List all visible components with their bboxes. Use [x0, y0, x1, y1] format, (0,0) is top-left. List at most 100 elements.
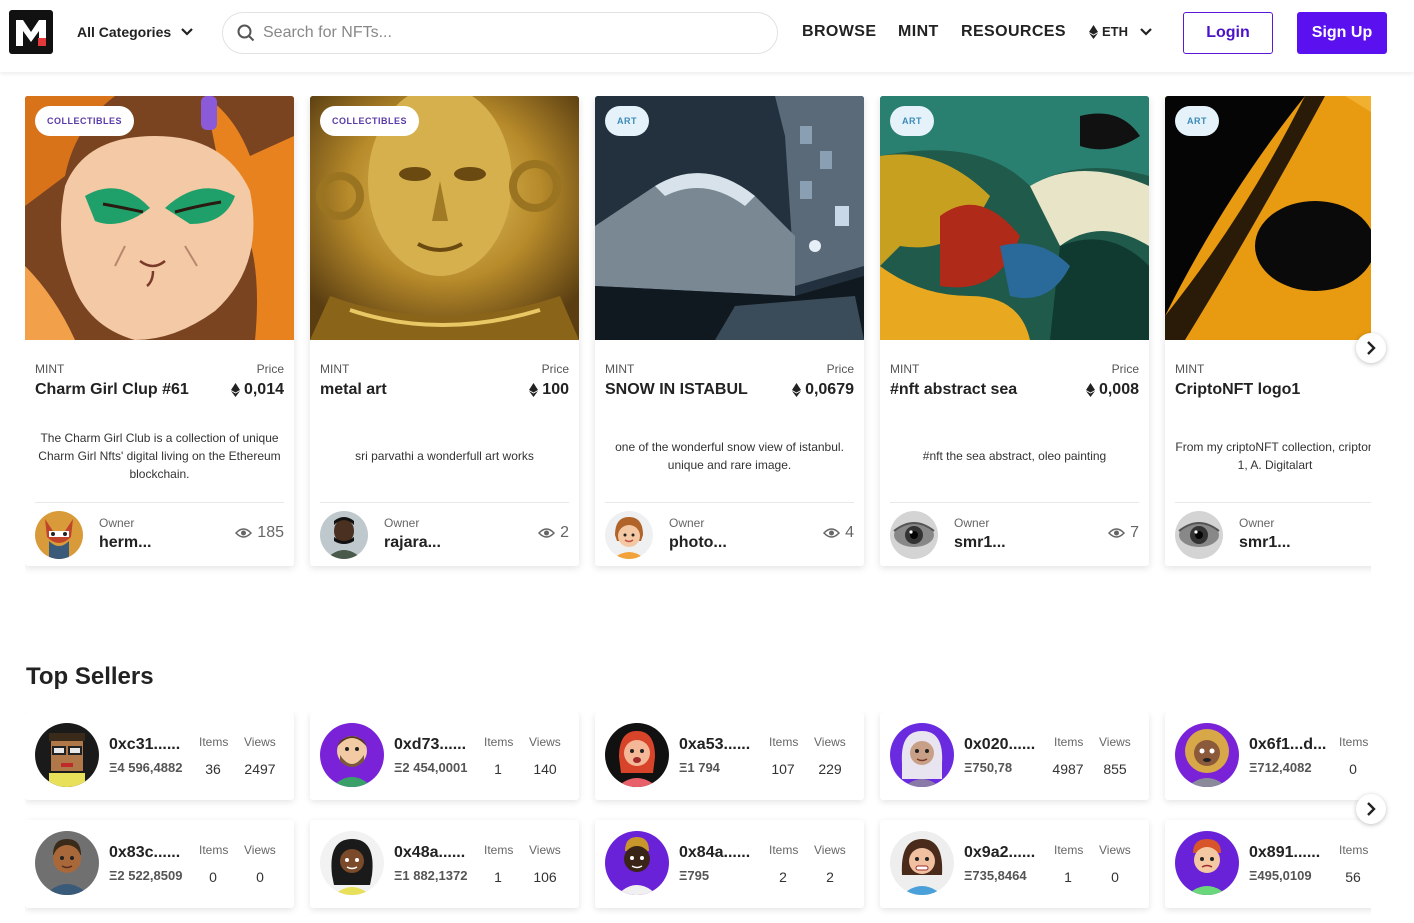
- seller-avatar[interactable]: [890, 723, 954, 787]
- nft-title[interactable]: Charm Girl Clup #61: [35, 381, 189, 399]
- owner-name[interactable]: smr1...: [954, 534, 1006, 552]
- seller-card[interactable]: 0xa53...... Ξ1 794 Items Views 107 229: [595, 712, 864, 800]
- seller-card[interactable]: 0x84a...... Ξ795 Items Views 2 2: [595, 820, 864, 908]
- eye-icon: [823, 528, 841, 538]
- price-label: Price: [1111, 362, 1139, 376]
- nav-resources[interactable]: RESOURCES: [961, 23, 1066, 41]
- all-categories-dropdown[interactable]: All Categories: [77, 24, 193, 40]
- views-count: 2: [826, 869, 834, 885]
- card-details: MINT CriptoNFT logo1 From my criptoNFT c…: [1165, 340, 1371, 566]
- eye-icon: [235, 528, 253, 538]
- card-divider: [605, 502, 854, 503]
- nft-description: From my criptoNFT collection, cripton 1,…: [1175, 414, 1371, 498]
- items-label: Items: [1054, 735, 1084, 749]
- nav-mint[interactable]: MINT: [898, 23, 939, 41]
- seller-balance: Ξ735,8464: [964, 868, 1027, 883]
- mint-label: MINT: [605, 362, 635, 376]
- owner-avatar[interactable]: [1175, 511, 1223, 559]
- category-badge[interactable]: COLLECTIBLES: [320, 106, 419, 136]
- seller-name[interactable]: 0x6f1...d...: [1249, 736, 1326, 754]
- nft-image[interactable]: ART: [880, 96, 1149, 340]
- login-button[interactable]: Login: [1183, 12, 1273, 54]
- site-logo[interactable]: [9, 10, 53, 54]
- seller-avatar[interactable]: [320, 831, 384, 895]
- seller-card[interactable]: 0x020...... Ξ750,78 Items Views 4987 855: [880, 712, 1149, 800]
- items-label: Items: [769, 843, 799, 857]
- seller-name[interactable]: 0x891......: [1249, 844, 1320, 862]
- nav-browse[interactable]: BROWSE: [802, 23, 876, 41]
- mint-label: MINT: [320, 362, 350, 376]
- seller-card[interactable]: 0x48a...... Ξ1 882,1372 Items Views 1 10…: [310, 820, 579, 908]
- owner-name[interactable]: smr1...: [1239, 534, 1291, 552]
- sellers-next-button[interactable]: [1356, 794, 1386, 824]
- seller-card[interactable]: 0x891...... Ξ495,0109 Items 56: [1165, 820, 1371, 908]
- seller-name[interactable]: 0x9a2......: [964, 844, 1035, 862]
- nft-card[interactable]: ART MINT CriptoNFT logo1 From my criptoN…: [1165, 96, 1371, 566]
- price-value: 100: [542, 381, 569, 398]
- nft-title[interactable]: CriptoNFT logo1: [1175, 381, 1300, 399]
- nft-image[interactable]: ART: [595, 96, 864, 340]
- category-badge[interactable]: COLLECTIBLES: [35, 106, 134, 136]
- seller-avatar[interactable]: [35, 831, 99, 895]
- top-sellers-grid: 0xc31...... Ξ4 596,4882 Items Views 36 2…: [25, 712, 1371, 923]
- search-input[interactable]: [263, 24, 743, 42]
- seller-card[interactable]: 0xc31...... Ξ4 596,4882 Items Views 36 2…: [25, 712, 294, 800]
- seller-avatar[interactable]: [1175, 831, 1239, 895]
- eye-icon: [1108, 528, 1126, 538]
- mint-label: MINT: [1175, 362, 1205, 376]
- description-text: From my criptoNFT collection, cripton 1,…: [1175, 440, 1371, 472]
- views-value: 4: [845, 524, 854, 541]
- category-badge[interactable]: ART: [1175, 106, 1219, 136]
- owner-name[interactable]: rajara...: [384, 534, 441, 552]
- seller-name[interactable]: 0x020......: [964, 736, 1035, 754]
- search-bar[interactable]: [222, 12, 778, 54]
- category-badge[interactable]: ART: [890, 106, 934, 136]
- currency-selector[interactable]: ETH: [1089, 24, 1152, 39]
- seller-name[interactable]: 0xa53......: [679, 736, 750, 754]
- seller-card[interactable]: 0x83c...... Ξ2 522,8509 Items Views 0 0: [25, 820, 294, 908]
- nft-card[interactable]: ART MINT Price #nft abstract sea 0,008 #…: [880, 96, 1149, 566]
- nft-image[interactable]: COLLECTIBLES: [25, 96, 294, 340]
- nft-card[interactable]: COLLECTIBLES MINT Price metal art 100 sr…: [310, 96, 579, 566]
- seller-card[interactable]: 0x9a2...... Ξ735,8464 Items Views 1 0: [880, 820, 1149, 908]
- seller-card[interactable]: 0x6f1...d... Ξ712,4082 Items 0: [1165, 712, 1371, 800]
- seller-name[interactable]: 0xc31......: [109, 736, 180, 754]
- owner-name[interactable]: herm...: [99, 534, 151, 552]
- owner-avatar[interactable]: [320, 511, 368, 559]
- seller-card[interactable]: 0xd73...... Ξ2 454,0001 Items Views 1 14…: [310, 712, 579, 800]
- nft-title[interactable]: #nft abstract sea: [890, 381, 1017, 399]
- views-label: Views: [244, 735, 276, 749]
- nft-image[interactable]: COLLECTIBLES: [310, 96, 579, 340]
- card-details: MINT Price #nft abstract sea 0,008 #nft …: [880, 340, 1149, 566]
- views-label: Views: [529, 843, 561, 857]
- seller-balance: Ξ795: [679, 868, 710, 883]
- seller-balance: Ξ2 454,0001: [394, 760, 468, 775]
- carousel-next-button[interactable]: [1356, 333, 1386, 363]
- card-details: MINT Price Charm Girl Clup #61 0,014 The…: [25, 340, 294, 566]
- category-badge[interactable]: ART: [605, 106, 649, 136]
- seller-name[interactable]: 0x48a......: [394, 844, 465, 862]
- nft-title[interactable]: SNOW IN ISTABUL: [605, 381, 748, 399]
- signup-button[interactable]: Sign Up: [1297, 12, 1387, 54]
- price-value: 0,0679: [805, 381, 854, 398]
- seller-balance: Ξ750,78: [964, 760, 1013, 775]
- seller-avatar[interactable]: [605, 723, 669, 787]
- seller-avatar[interactable]: [890, 831, 954, 895]
- seller-avatar[interactable]: [320, 723, 384, 787]
- seller-avatar[interactable]: [35, 723, 99, 787]
- seller-avatar[interactable]: [1175, 723, 1239, 787]
- nft-card[interactable]: COLLECTIBLES MINT Price Charm Girl Clup …: [25, 96, 294, 566]
- seller-name[interactable]: 0x83c......: [109, 844, 180, 862]
- card-divider: [35, 502, 284, 503]
- owner-avatar[interactable]: [35, 511, 83, 559]
- items-count: 56: [1345, 869, 1361, 885]
- seller-avatar[interactable]: [605, 831, 669, 895]
- owner-avatar[interactable]: [605, 511, 653, 559]
- nft-card[interactable]: ART MINT Price SNOW IN ISTABUL 0,0679 on…: [595, 96, 864, 566]
- owner-name[interactable]: photo...: [669, 534, 727, 552]
- owner-avatar[interactable]: [890, 511, 938, 559]
- nft-image[interactable]: ART: [1165, 96, 1371, 340]
- seller-name[interactable]: 0x84a......: [679, 844, 750, 862]
- seller-name[interactable]: 0xd73......: [394, 736, 466, 754]
- nft-title[interactable]: metal art: [320, 381, 387, 399]
